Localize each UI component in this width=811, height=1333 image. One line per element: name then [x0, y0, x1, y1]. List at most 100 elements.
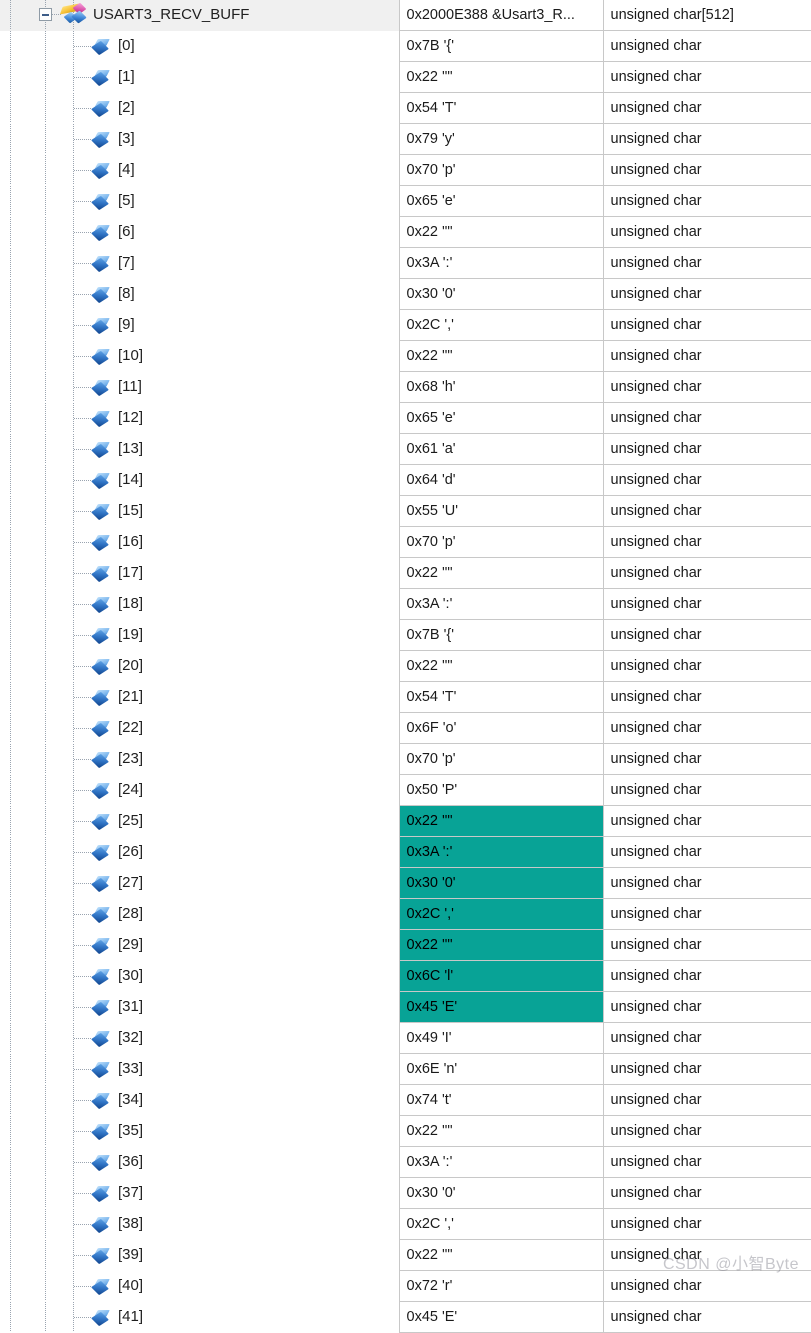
element-value-cell[interactable]: 0x22 '"' — [399, 1115, 604, 1147]
element-value-cell[interactable]: 0x70 'p' — [399, 526, 604, 558]
table-row[interactable]: [32] 0x49 'I' unsigned char — [0, 1022, 811, 1054]
table-row[interactable]: [6] 0x22 '"' unsigned char — [0, 216, 811, 248]
table-row[interactable]: [10] 0x22 '"' unsigned char — [0, 340, 811, 372]
table-row[interactable]: [16] 0x70 'p' unsigned char — [0, 526, 811, 558]
table-row[interactable]: [19] 0x7B '{' unsigned char — [0, 619, 811, 651]
table-row[interactable]: [13] 0x61 'a' unsigned char — [0, 433, 811, 465]
element-value-cell[interactable]: 0x61 'a' — [399, 433, 604, 465]
element-name-cell[interactable]: [41] — [0, 1301, 400, 1333]
element-value-cell[interactable]: 0x22 '"' — [399, 557, 604, 589]
element-name-cell[interactable]: [10] — [0, 340, 400, 372]
element-value-cell[interactable]: 0x72 'r' — [399, 1270, 604, 1302]
element-value-cell[interactable]: 0x22 '"' — [399, 340, 604, 372]
element-value-cell[interactable]: 0x30 '0' — [399, 1177, 604, 1209]
element-name-cell[interactable]: [17] — [0, 557, 400, 589]
element-name-cell[interactable]: [4] — [0, 154, 400, 186]
element-name-cell[interactable]: [29] — [0, 929, 400, 961]
element-value-cell[interactable]: 0x22 '"' — [399, 1239, 604, 1271]
element-value-cell[interactable]: 0x22 '"' — [399, 61, 604, 93]
element-value-cell[interactable]: 0x30 '0' — [399, 278, 604, 310]
element-value-cell[interactable]: 0x2C ',' — [399, 1208, 604, 1240]
element-value-cell[interactable]: 0x49 'I' — [399, 1022, 604, 1054]
table-row[interactable]: [3] 0x79 'y' unsigned char — [0, 123, 811, 155]
element-value-cell[interactable]: 0x45 'E' — [399, 1301, 604, 1333]
element-name-cell[interactable]: [5] — [0, 185, 400, 217]
table-row-root[interactable]: USART3_RECV_BUFF 0x2000E388 &Usart3_R...… — [0, 0, 811, 31]
table-row[interactable]: [25] 0x22 '"' unsigned char — [0, 805, 811, 837]
table-row[interactable]: [7] 0x3A ':' unsigned char — [0, 247, 811, 279]
table-row[interactable]: [8] 0x30 '0' unsigned char — [0, 278, 811, 310]
element-name-cell[interactable]: [30] — [0, 960, 400, 992]
element-name-cell[interactable]: [32] — [0, 1022, 400, 1054]
element-name-cell[interactable]: [2] — [0, 92, 400, 124]
element-value-cell[interactable]: 0x6E 'n' — [399, 1053, 604, 1085]
table-row[interactable]: [15] 0x55 'U' unsigned char — [0, 495, 811, 527]
element-name-cell[interactable]: [16] — [0, 526, 400, 558]
element-name-cell[interactable]: [24] — [0, 774, 400, 806]
table-row[interactable]: [23] 0x70 'p' unsigned char — [0, 743, 811, 775]
table-row[interactable]: [36] 0x3A ':' unsigned char — [0, 1146, 811, 1178]
element-value-cell[interactable]: 0x70 'p' — [399, 743, 604, 775]
element-value-cell[interactable]: 0x54 'T' — [399, 681, 604, 713]
table-row[interactable]: [38] 0x2C ',' unsigned char — [0, 1208, 811, 1240]
element-name-cell[interactable]: [25] — [0, 805, 400, 837]
element-name-cell[interactable]: [27] — [0, 867, 400, 899]
table-row[interactable]: [35] 0x22 '"' unsigned char — [0, 1115, 811, 1147]
element-value-cell[interactable]: 0x2C ',' — [399, 309, 604, 341]
table-row[interactable]: [40] 0x72 'r' unsigned char — [0, 1270, 811, 1302]
table-row[interactable]: [17] 0x22 '"' unsigned char — [0, 557, 811, 589]
element-name-cell[interactable]: [31] — [0, 991, 400, 1023]
element-value-cell[interactable]: 0x22 '"' — [399, 216, 604, 248]
element-name-cell[interactable]: [7] — [0, 247, 400, 279]
element-value-cell[interactable]: 0x22 '"' — [399, 650, 604, 682]
element-value-cell[interactable]: 0x55 'U' — [399, 495, 604, 527]
table-row[interactable]: [28] 0x2C ',' unsigned char — [0, 898, 811, 930]
table-row[interactable]: [14] 0x64 'd' unsigned char — [0, 464, 811, 496]
element-name-cell[interactable]: [0] — [0, 30, 400, 62]
table-row[interactable]: [26] 0x3A ':' unsigned char — [0, 836, 811, 868]
element-name-cell[interactable]: [6] — [0, 216, 400, 248]
element-value-cell-changed[interactable]: 0x22 '"' — [399, 929, 604, 961]
element-value-cell-changed[interactable]: 0x30 '0' — [399, 867, 604, 899]
element-name-cell[interactable]: [33] — [0, 1053, 400, 1085]
element-name-cell[interactable]: [1] — [0, 61, 400, 93]
element-value-cell[interactable]: 0x65 'e' — [399, 185, 604, 217]
element-name-cell[interactable]: [35] — [0, 1115, 400, 1147]
table-row[interactable]: [9] 0x2C ',' unsigned char — [0, 309, 811, 341]
element-name-cell[interactable]: [28] — [0, 898, 400, 930]
table-row[interactable]: [24] 0x50 'P' unsigned char — [0, 774, 811, 806]
minus-box-icon[interactable] — [39, 8, 52, 22]
element-name-cell[interactable]: [20] — [0, 650, 400, 682]
element-value-cell-changed[interactable]: 0x3A ':' — [399, 836, 604, 868]
element-value-cell[interactable]: 0x3A ':' — [399, 1146, 604, 1178]
table-row[interactable]: [22] 0x6F 'o' unsigned char — [0, 712, 811, 744]
element-name-cell[interactable]: [23] — [0, 743, 400, 775]
element-name-cell[interactable]: [39] — [0, 1239, 400, 1271]
element-value-cell[interactable]: 0x65 'e' — [399, 402, 604, 434]
element-value-cell[interactable]: 0x3A ':' — [399, 588, 604, 620]
table-row[interactable]: [37] 0x30 '0' unsigned char — [0, 1177, 811, 1209]
element-value-cell[interactable]: 0x3A ':' — [399, 247, 604, 279]
element-name-cell[interactable]: [18] — [0, 588, 400, 620]
element-value-cell-changed[interactable]: 0x22 '"' — [399, 805, 604, 837]
table-row[interactable]: [30] 0x6C 'l' unsigned char — [0, 960, 811, 992]
element-name-cell[interactable]: [37] — [0, 1177, 400, 1209]
element-name-cell[interactable]: [11] — [0, 371, 400, 403]
element-value-cell[interactable]: 0x74 't' — [399, 1084, 604, 1116]
table-row[interactable]: [2] 0x54 'T' unsigned char — [0, 92, 811, 124]
element-name-cell[interactable]: [12] — [0, 402, 400, 434]
table-row[interactable]: [33] 0x6E 'n' unsigned char — [0, 1053, 811, 1085]
element-name-cell[interactable]: [34] — [0, 1084, 400, 1116]
element-value-cell[interactable]: 0x68 'h' — [399, 371, 604, 403]
table-row[interactable]: [5] 0x65 'e' unsigned char — [0, 185, 811, 217]
root-name-cell[interactable]: USART3_RECV_BUFF — [0, 0, 400, 31]
element-name-cell[interactable]: [21] — [0, 681, 400, 713]
table-row[interactable]: [21] 0x54 'T' unsigned char — [0, 681, 811, 713]
element-value-cell[interactable]: 0x64 'd' — [399, 464, 604, 496]
element-value-cell-changed[interactable]: 0x45 'E' — [399, 991, 604, 1023]
element-name-cell[interactable]: [19] — [0, 619, 400, 651]
element-name-cell[interactable]: [3] — [0, 123, 400, 155]
element-name-cell[interactable]: [36] — [0, 1146, 400, 1178]
element-value-cell[interactable]: 0x6F 'o' — [399, 712, 604, 744]
table-row[interactable]: [4] 0x70 'p' unsigned char — [0, 154, 811, 186]
